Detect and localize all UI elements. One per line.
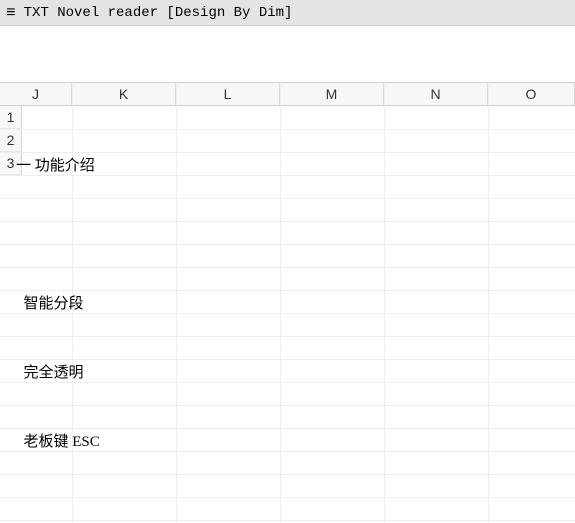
feature-1: 智能分段 (16, 293, 575, 316)
titlebar: ≡ TXT Novel reader [Design By Dim] (0, 0, 575, 26)
feature-3: 老板键 ESC (16, 431, 575, 454)
spreadsheet-area: J K L M N O 1 2 3 一 功能介 (0, 26, 575, 523)
text-overlay: 一 功能介绍 智能分段 完全透明 老板键 ESC 二 快捷键 老板键：ESC键 … (0, 26, 575, 523)
section1-title: 一 功能介绍 (16, 155, 575, 178)
menu-icon[interactable]: ≡ (6, 5, 16, 21)
feature-2: 完全透明 (16, 362, 575, 385)
window-title: TXT Novel reader [Design By Dim] (24, 5, 293, 21)
